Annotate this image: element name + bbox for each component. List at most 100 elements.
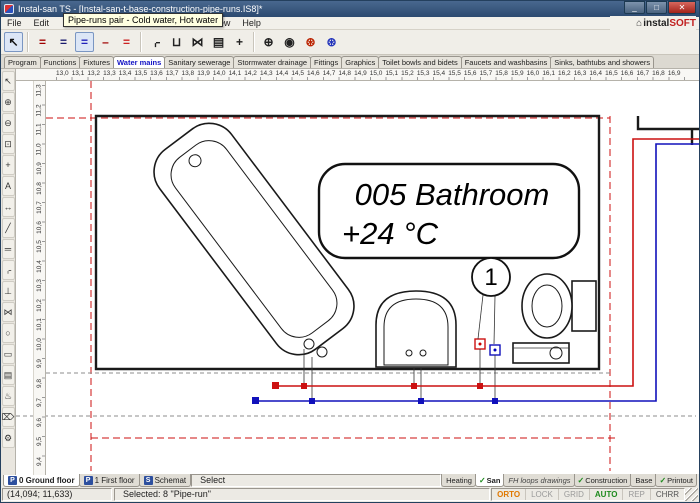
component-tab[interactable]: Fixtures xyxy=(79,56,114,68)
valve-icon[interactable]: ⋈ xyxy=(188,32,207,52)
menu-item[interactable]: Help xyxy=(236,18,267,28)
component-tab[interactable]: Water mains xyxy=(113,56,165,68)
ruler-label: 13,3 xyxy=(103,69,119,80)
close-button[interactable]: ✕ xyxy=(668,1,696,14)
line-tool-icon[interactable]: ╱ xyxy=(2,218,15,238)
zoom-extents-icon[interactable]: ◉ xyxy=(280,32,299,52)
LOCK[interactable]: LOCK xyxy=(526,489,559,500)
ruler-label: 10,4 xyxy=(36,260,43,273)
pipe-runs-pair-icon[interactable]: = xyxy=(75,32,94,52)
ruler-label: 15,9 xyxy=(511,69,527,80)
ORTO[interactable]: ORTO xyxy=(492,489,526,500)
component-tab[interactable]: Stormwater drainage xyxy=(233,56,311,68)
tee-tool-icon[interactable]: ⊥ xyxy=(2,281,15,301)
CHRR[interactable]: CHRR xyxy=(651,489,684,500)
maximize-button[interactable]: □ xyxy=(646,1,667,14)
ruler-label: 14,3 xyxy=(260,69,276,80)
component-tab[interactable]: Sanitary sewerage xyxy=(164,56,234,68)
component-tab[interactable]: Sinks, bathtubs and showers xyxy=(550,56,654,68)
ruler-label: 11,2 xyxy=(36,104,43,116)
text-tool-icon[interactable]: A xyxy=(2,176,15,196)
pipe-end-cold[interactable] xyxy=(252,397,259,404)
layer-tab[interactable]: ✓ San xyxy=(475,474,504,487)
circle-tool-icon[interactable]: ○ xyxy=(2,323,15,343)
source-tool-icon[interactable]: ♨ xyxy=(2,386,15,406)
minimize-button[interactable]: _ xyxy=(624,1,645,14)
cross-icon[interactable]: + xyxy=(230,32,249,52)
dimension-icon[interactable]: ↔ xyxy=(2,197,15,217)
component-tab[interactable]: Faucets and washbasins xyxy=(461,56,552,68)
component-tab[interactable]: Program xyxy=(4,56,41,68)
ruler-label: 13,5 xyxy=(134,69,150,80)
check-icon: ✓ xyxy=(659,476,666,485)
sheet-tab[interactable]: P 1 First floor xyxy=(79,474,140,487)
select-tool-icon[interactable]: ↖ xyxy=(4,32,23,52)
pipe-pair-navy-icon[interactable]: = xyxy=(54,32,73,52)
ruler-label: 16,6 xyxy=(621,69,637,80)
rect-tool-icon[interactable]: ▭ xyxy=(2,344,15,364)
menu-item[interactable]: Edit xyxy=(28,18,56,28)
drawing-canvas[interactable]: 005 Bathroom +24 °C 1 xyxy=(16,81,699,475)
toolbar-button[interactable] xyxy=(251,32,257,52)
bath-tap2[interactable] xyxy=(317,347,327,357)
zoom-window-icon[interactable]: ⊡ xyxy=(2,134,15,154)
menu-item[interactable]: File xyxy=(1,18,28,28)
zoom-out-icon[interactable]: ⊖ xyxy=(2,113,15,133)
radiator-icon[interactable]: ▤ xyxy=(209,32,228,52)
GRID[interactable]: GRID xyxy=(559,489,590,500)
component-tab[interactable]: Toilet bowls and bidets xyxy=(378,56,461,68)
ruler-label: 15,4 xyxy=(433,69,449,80)
layer-tab[interactable]: ✓ Printout xyxy=(655,474,697,487)
ruler-label: 9,9 xyxy=(36,359,43,368)
component-tab[interactable]: Fittings xyxy=(310,56,342,68)
ruler-label: 14,6 xyxy=(307,69,323,80)
ruler-label: 16,3 xyxy=(574,69,590,80)
pipe-end-hot[interactable] xyxy=(272,382,279,389)
pan-icon[interactable]: + xyxy=(2,155,15,175)
component-tab[interactable]: Graphics xyxy=(341,56,379,68)
scheme-blue-icon[interactable]: ⊛ xyxy=(322,32,341,52)
fixture-icon[interactable]: ⊔ xyxy=(167,32,186,52)
layer-tab[interactable]: FH loops drawings xyxy=(503,474,574,487)
resize-grip[interactable] xyxy=(685,488,698,501)
ruler-label: 14,9 xyxy=(354,69,370,80)
erase-tool-icon[interactable]: ⌦ xyxy=(2,407,15,427)
ruler-label: 13,0 xyxy=(56,69,72,80)
valve-tool-icon[interactable]: ⋈ xyxy=(2,302,15,322)
washbasin[interactable] xyxy=(376,291,456,367)
component-tab[interactable]: Functions xyxy=(40,56,81,68)
zoom-in-icon[interactable]: ⊕ xyxy=(259,32,278,52)
layer-tab[interactable]: ✓ Construction xyxy=(574,474,632,487)
scheme-red-icon[interactable]: ⊛ xyxy=(301,32,320,52)
sheet-tab[interactable]: S Schemat xyxy=(139,474,192,487)
toilet-bowl[interactable] xyxy=(522,274,572,338)
pipe-single-icon[interactable]: – xyxy=(96,32,115,52)
horizontal-ruler: 13,013,113,213,313,413,513,613,713,813,9… xyxy=(16,69,699,81)
toilet-tank[interactable] xyxy=(572,281,596,331)
layer-tab[interactable]: Heating xyxy=(441,474,476,487)
settings-tool-icon[interactable]: ⚙ xyxy=(2,428,15,448)
fitting-elbow-icon[interactable]: ⌌ xyxy=(146,32,165,52)
REP[interactable]: REP xyxy=(623,489,650,500)
sheet-tab[interactable]: P 0 Ground floor xyxy=(3,474,80,487)
pipe-tool-icon[interactable]: ═ xyxy=(2,239,15,259)
zoom-in-icon[interactable]: ⊕ xyxy=(2,92,15,112)
component-tabstrip: ProgramFunctionsFixturesWater mainsSanit… xyxy=(1,55,699,69)
sheet-icon: S xyxy=(144,476,153,485)
select-tool-icon[interactable]: ↖ xyxy=(2,71,15,91)
appliance[interactable] xyxy=(513,343,569,363)
ruler-label: 10,1 xyxy=(36,318,43,331)
sheet-icon: P xyxy=(84,476,93,485)
layer-tab[interactable]: Base xyxy=(630,474,656,487)
pipe-pair-red-icon[interactable]: = xyxy=(33,32,52,52)
brand-text-right: SOFT xyxy=(669,18,696,29)
ruler-label: 13,7 xyxy=(166,69,182,80)
toolbar-button[interactable] xyxy=(138,32,144,52)
AUTO[interactable]: AUTO xyxy=(590,489,624,500)
radiator-tool-icon[interactable]: ▤ xyxy=(2,365,15,385)
pipe-pair-mixed-icon[interactable]: = xyxy=(117,32,136,52)
ruler-label: 14,8 xyxy=(338,69,354,80)
toolbar-button[interactable] xyxy=(25,32,31,52)
elbow-tool-icon[interactable]: ⌌ xyxy=(2,260,15,280)
ruler-label: 14,4 xyxy=(276,69,292,80)
